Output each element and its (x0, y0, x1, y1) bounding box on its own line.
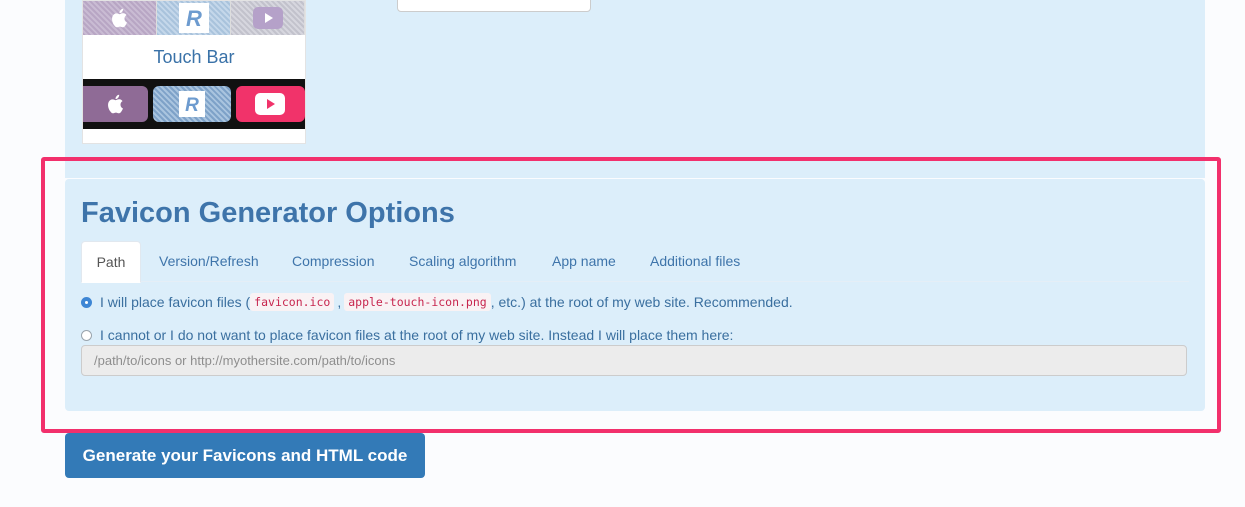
tab-additional-files[interactable]: Additional files (650, 241, 740, 281)
icons-path-input[interactable] (81, 345, 1187, 376)
apple-touch-icon-code: apple-touch-icon.png (344, 293, 491, 311)
root-option-text-before: I will place favicon files ( (100, 294, 251, 310)
svg-text:R: R (185, 95, 199, 116)
root-option-separator: , (337, 294, 342, 310)
favicon-options-panel: Favicon Generator Options Path Version/R… (65, 179, 1205, 411)
favicon-ico-code: favicon.ico (250, 293, 335, 311)
tab-compression[interactable]: Compression (292, 241, 374, 281)
root-path-option[interactable]: I will place favicon files ( favicon.ico… (81, 293, 793, 311)
tab-scaling-algorithm[interactable]: Scaling algorithm (409, 241, 516, 281)
touch-bar-strip: R (83, 79, 305, 129)
youtube-icon (231, 1, 304, 35)
touch-bar-youtube-icon (235, 86, 305, 122)
tab-path[interactable]: Path (81, 241, 141, 283)
options-tabs: Path Version/Refresh Compression Scaling… (81, 241, 1189, 283)
r-letter-icon: R (157, 1, 230, 35)
apple-icon (83, 1, 156, 35)
options-title: Favicon Generator Options (81, 197, 455, 229)
previous-section-input[interactable] (397, 0, 591, 12)
custom-path-radio[interactable] (81, 329, 92, 341)
tab-app-name[interactable]: App name (552, 241, 616, 281)
touch-bar-label: Touch Bar (153, 47, 235, 67)
touch-bar-r-letter-icon: R (153, 86, 231, 122)
custom-option-text: I cannot or I do not want to place favic… (100, 327, 734, 343)
generate-favicons-button[interactable]: Generate your Favicons and HTML code (65, 433, 425, 478)
root-path-radio[interactable] (81, 296, 92, 308)
icon-tiles-row: R (83, 1, 305, 35)
touch-bar-apple-icon (83, 86, 149, 122)
tab-version-refresh[interactable]: Version/Refresh (159, 241, 259, 281)
custom-path-option[interactable]: I cannot or I do not want to place favic… (81, 327, 733, 343)
svg-text:R: R (186, 6, 202, 31)
touch-bar-preview-card: R Touch Bar R (82, 0, 306, 144)
page: R Touch Bar R Favicon Generator Options … (0, 0, 1245, 507)
root-option-text-after: , etc.) at the root of my web site. Reco… (490, 294, 793, 310)
